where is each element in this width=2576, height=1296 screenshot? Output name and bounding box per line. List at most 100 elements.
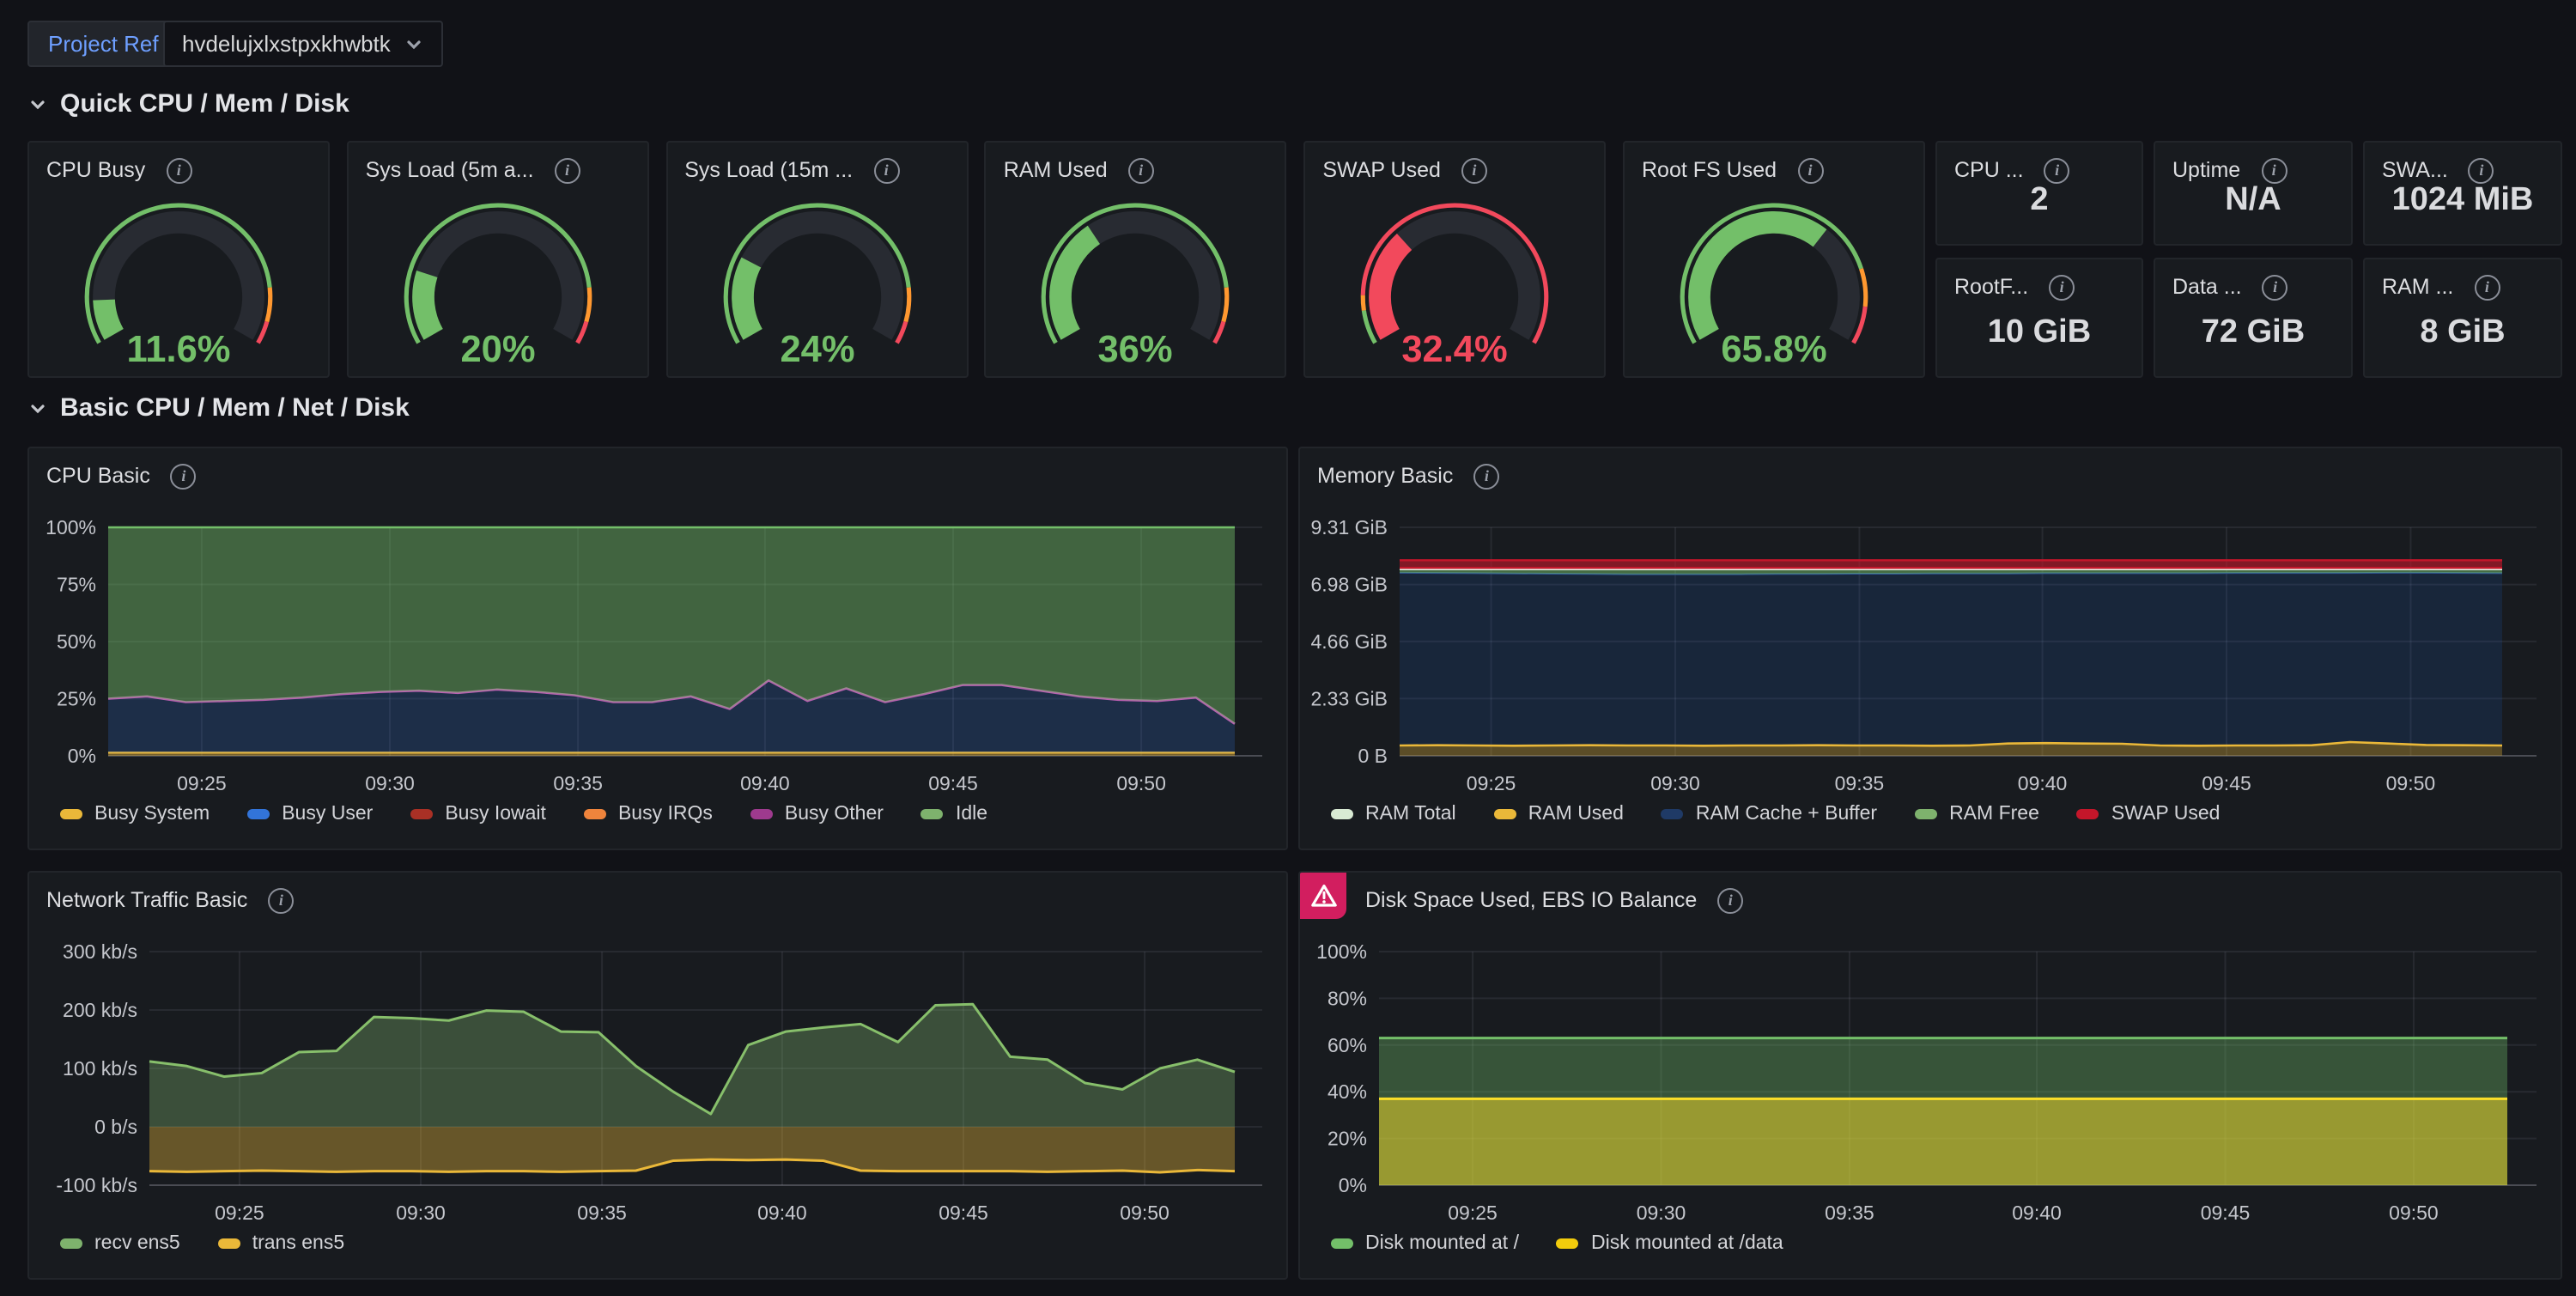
variable-dropdown[interactable]: hvdelujxlxstpxkhwbtk: [163, 21, 444, 67]
chart-cpu-basic[interactable]: 0%25%50%75%100%09:2509:3009:3509:4009:45…: [29, 496, 1286, 804]
svg-text:09:25: 09:25: [1467, 772, 1516, 794]
legend-item[interactable]: Busy Other: [750, 804, 884, 824]
panel-header[interactable]: SWAP Used i: [1305, 143, 1604, 194]
info-icon[interactable]: i: [171, 463, 197, 489]
chart-memory-basic[interactable]: 0 B2.33 GiB4.66 GiB6.98 GiB9.31 GiB09:25…: [1300, 496, 2561, 804]
panel-title: SWAP Used: [1322, 158, 1441, 182]
svg-text:75%: 75%: [57, 574, 96, 596]
legend-label: SWAP Used: [2111, 804, 2221, 824]
chart-legend: Busy System Busy User Busy Iowait Busy IRQs…: [29, 804, 1286, 849]
chart-legend: RAM Total RAM Used RAM Cache + Buffer RAM F…: [1300, 804, 2561, 849]
panel-header[interactable]: CPU Busyi: [29, 143, 328, 194]
legend-label: Disk mounted at /: [1365, 1233, 1519, 1254]
stat-panel: RAM ...i8 GiB: [2363, 258, 2562, 378]
legend-item[interactable]: Busy System: [60, 804, 210, 824]
legend-item[interactable]: Disk mounted at /: [1331, 1233, 1519, 1254]
legend-label: Disk mounted at /data: [1591, 1233, 1783, 1254]
svg-text:80%: 80%: [1327, 987, 1367, 1009]
legend-item[interactable]: SWAP Used: [2077, 804, 2221, 824]
legend-label: Busy IRQs: [618, 804, 713, 824]
info-icon[interactable]: i: [1473, 463, 1499, 489]
panel-disk-space: Disk Space Used, EBS IO Balance i 0%20%4…: [1298, 871, 2562, 1280]
legend-chip: [1915, 809, 1937, 819]
legend-item[interactable]: Idle: [921, 804, 987, 824]
svg-text:09:45: 09:45: [2202, 772, 2251, 794]
legend-item[interactable]: RAM Cache + Buffer: [1662, 804, 1877, 824]
stat-value: 10 GiB: [1937, 314, 2142, 352]
panel-title: RAM ...: [2382, 275, 2453, 299]
stat-panel: Data ...i72 GiB: [2154, 258, 2353, 378]
gauge-panel: RAM Usedi36%: [985, 141, 1287, 378]
panel-header[interactable]: Root FS Usedi: [1625, 143, 1923, 194]
panel-header[interactable]: RootF...i: [1937, 259, 2142, 311]
info-icon[interactable]: i: [166, 157, 191, 183]
panel-title: CPU ...: [1954, 158, 2024, 182]
svg-text:200 kb/s: 200 kb/s: [63, 999, 137, 1021]
panel-header[interactable]: Sys Load (15m ...i: [667, 143, 966, 194]
panel-header[interactable]: Network Traffic Basic i: [29, 873, 1286, 924]
info-icon[interactable]: i: [268, 887, 294, 913]
svg-text:100 kb/s: 100 kb/s: [63, 1057, 137, 1080]
legend-item[interactable]: RAM Total: [1331, 804, 1456, 824]
alert-icon[interactable]: [1300, 873, 1346, 919]
svg-text:6.98 GiB: 6.98 GiB: [1311, 574, 1388, 596]
chart-network-traffic[interactable]: -100 kb/s0 b/s100 kb/s200 kb/s300 kb/s09…: [29, 921, 1286, 1233]
section-header-quick[interactable]: Quick CPU / Mem / Disk: [27, 89, 349, 119]
info-icon[interactable]: i: [2263, 274, 2288, 300]
info-icon[interactable]: i: [2469, 157, 2494, 183]
section-header-basic[interactable]: Basic CPU / Mem / Net / Disk: [27, 393, 410, 423]
svg-text:4.66 GiB: 4.66 GiB: [1311, 630, 1388, 653]
gauge-value: 11.6%: [127, 329, 231, 370]
svg-text:09:35: 09:35: [553, 772, 603, 794]
chart-legend: Disk mounted at / Disk mounted at /data: [1300, 1233, 2561, 1278]
panel-header[interactable]: Data ...i: [2155, 259, 2351, 311]
svg-text:09:30: 09:30: [1650, 772, 1700, 794]
gauge-panel: Root FS Usedi65.8%: [1623, 141, 1925, 378]
panel-header[interactable]: Memory Basic i: [1300, 448, 2561, 500]
info-icon[interactable]: i: [2049, 274, 2075, 300]
svg-text:09:30: 09:30: [365, 772, 415, 794]
info-icon[interactable]: i: [2044, 157, 2070, 183]
svg-text:0 B: 0 B: [1358, 745, 1388, 767]
legend-item[interactable]: RAM Used: [1494, 804, 1624, 824]
panel-header[interactable]: RAM ... i: [2365, 259, 2561, 311]
svg-text:09:50: 09:50: [1116, 772, 1166, 794]
info-icon[interactable]: i: [2261, 157, 2287, 183]
stat-value: 2: [1937, 182, 2142, 220]
svg-text:09:35: 09:35: [1825, 1202, 1874, 1224]
legend-chip: [750, 809, 773, 819]
svg-text:20%: 20%: [1327, 1128, 1367, 1150]
panel-header[interactable]: RAM Usedi: [987, 143, 1285, 194]
svg-text:09:25: 09:25: [215, 1202, 264, 1224]
info-icon[interactable]: i: [873, 157, 899, 183]
info-icon[interactable]: i: [1797, 157, 1823, 183]
info-icon[interactable]: i: [1461, 157, 1487, 183]
legend-chip: [2077, 809, 2099, 819]
legend-label: RAM Total: [1365, 804, 1456, 824]
info-icon[interactable]: i: [555, 157, 580, 183]
legend-chip: [1331, 809, 1353, 819]
legend-label: Idle: [956, 804, 987, 824]
info-icon[interactable]: i: [1717, 887, 1743, 913]
legend-item[interactable]: RAM Free: [1915, 804, 2039, 824]
chart-disk-space[interactable]: 0%20%40%60%80%100%09:2509:3009:3509:4009…: [1300, 921, 2561, 1233]
panel-title: Uptime: [2172, 158, 2240, 182]
gauge: 36%: [987, 198, 1285, 376]
legend-item[interactable]: Busy Iowait: [410, 804, 546, 824]
legend-chip: [921, 809, 944, 819]
legend-chip: [584, 809, 606, 819]
legend-chip: [1331, 1238, 1353, 1249]
stat-value: N/A: [2155, 182, 2351, 220]
panel-header[interactable]: Disk Space Used, EBS IO Balance i: [1300, 873, 2561, 924]
legend-item[interactable]: Busy User: [247, 804, 373, 824]
panel-header[interactable]: Sys Load (5m a...i: [349, 143, 647, 194]
legend-chip: [1494, 809, 1516, 819]
legend-item[interactable]: Busy IRQs: [584, 804, 713, 824]
info-icon[interactable]: i: [2474, 274, 2500, 300]
legend-item[interactable]: recv ens5: [60, 1233, 180, 1254]
variable-label: Project Ref: [27, 21, 179, 67]
info-icon[interactable]: i: [1128, 157, 1154, 183]
panel-header[interactable]: CPU Basic i: [29, 448, 1286, 500]
legend-item[interactable]: Disk mounted at /data: [1557, 1233, 1783, 1254]
legend-item[interactable]: trans ens5: [218, 1233, 344, 1254]
